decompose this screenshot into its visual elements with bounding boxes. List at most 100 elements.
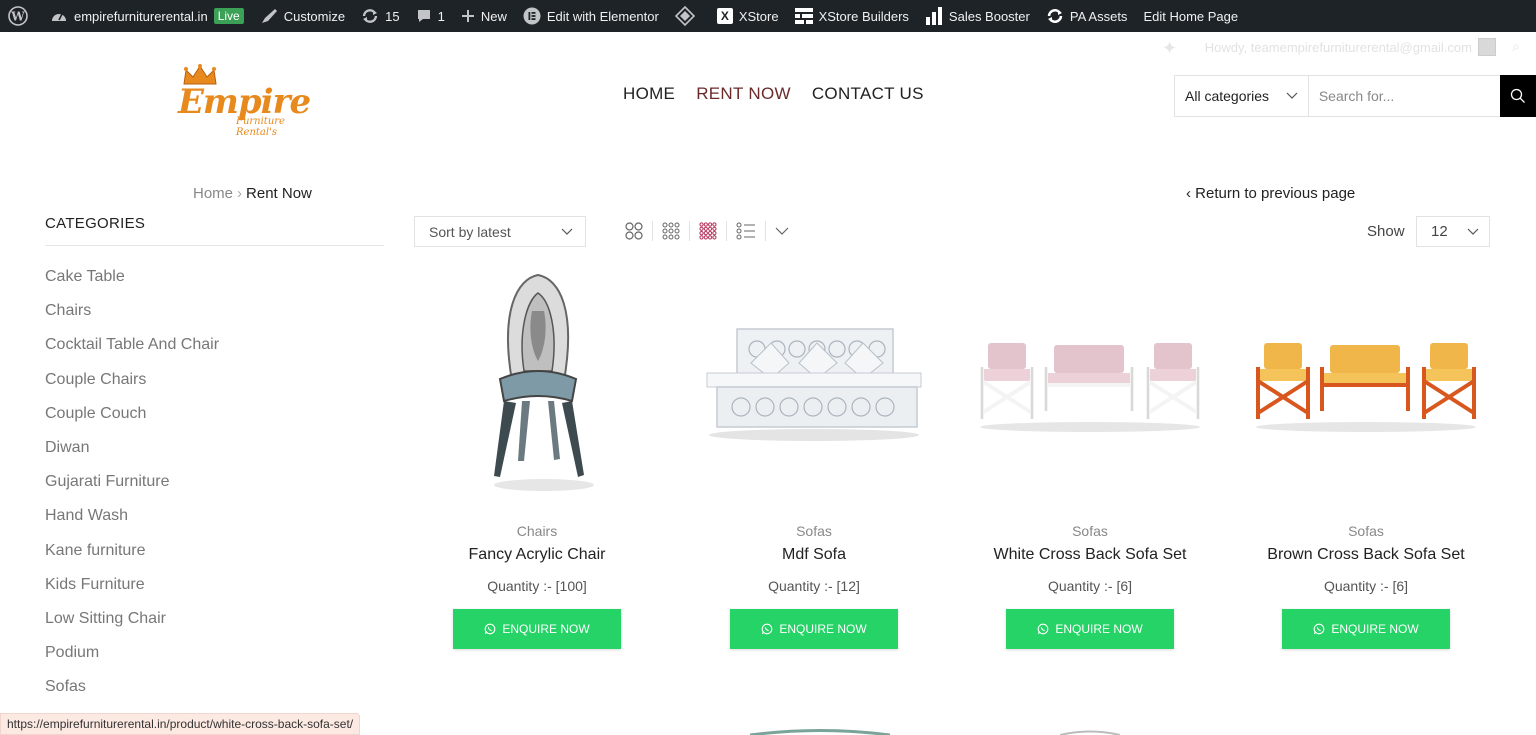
new-content-link[interactable]: New bbox=[453, 0, 515, 32]
category-item[interactable]: Sofas bbox=[45, 678, 219, 712]
category-item[interactable]: Podium bbox=[45, 644, 219, 678]
enquire-now-button[interactable]: ENQUIRE NOW bbox=[730, 609, 898, 649]
category-item[interactable]: Cake Table bbox=[45, 268, 219, 302]
category-select-value: All categories bbox=[1185, 88, 1270, 104]
category-item[interactable]: Gujarati Furniture bbox=[45, 473, 219, 507]
nav-contact-us[interactable]: CONTACT US bbox=[812, 84, 924, 104]
more-views-button[interactable] bbox=[766, 221, 798, 241]
customize-link[interactable]: Customize bbox=[252, 0, 353, 32]
product-quantity: Quantity :- [6] bbox=[1047, 578, 1133, 594]
comment-icon bbox=[417, 10, 430, 22]
site-logo[interactable]: Empire Furniture Rental's bbox=[178, 64, 328, 138]
product-category[interactable]: Sofas bbox=[965, 523, 1215, 541]
sparkle-icon[interactable]: ✦ bbox=[1162, 38, 1177, 59]
whatsapp-icon bbox=[1313, 623, 1325, 635]
edit-home-link[interactable]: Edit Home Page bbox=[1135, 0, 1246, 32]
nav-home[interactable]: HOME bbox=[623, 84, 675, 104]
grid-2-view-button[interactable] bbox=[616, 221, 653, 241]
search-icon bbox=[1510, 88, 1525, 103]
breadcrumb-separator: › bbox=[237, 185, 243, 202]
comments-link[interactable]: 1 bbox=[408, 0, 453, 32]
grid-3-view-button[interactable] bbox=[653, 221, 690, 241]
category-item[interactable]: Kane furniture bbox=[45, 542, 219, 576]
list-view-button[interactable] bbox=[727, 221, 766, 241]
avatar bbox=[1478, 38, 1496, 56]
return-previous-link[interactable]: ‹ Return to previous page bbox=[1186, 185, 1355, 202]
pa-assets-label: PA Assets bbox=[1069, 8, 1128, 24]
product-card: Chairs Fancy Acrylic Chair Quantity :- [… bbox=[412, 268, 662, 649]
categories-title: CATEGORIES bbox=[45, 215, 146, 232]
acrylic-chair-image bbox=[494, 273, 594, 491]
sales-booster-link[interactable]: Sales Booster bbox=[917, 0, 1038, 32]
divider bbox=[45, 245, 384, 246]
next-product-image-peek bbox=[750, 729, 890, 735]
enquire-label: ENQUIRE NOW bbox=[1055, 622, 1143, 636]
xstore-builders-label: XStore Builders bbox=[818, 8, 909, 24]
per-page-select[interactable]: 12 bbox=[1416, 216, 1490, 247]
site-name: empirefurniturerental.in bbox=[74, 8, 208, 24]
howdy-text: Howdy, teamempirefurniturerental@gmail.c… bbox=[1204, 39, 1472, 55]
product-title[interactable]: Mdf Sofa bbox=[689, 546, 939, 566]
refresh-icon bbox=[1047, 9, 1063, 23]
grid-4-icon bbox=[699, 222, 717, 240]
product-image[interactable] bbox=[689, 268, 939, 498]
search-input[interactable] bbox=[1308, 76, 1500, 116]
product-image[interactable] bbox=[412, 268, 662, 498]
live-badge: Live bbox=[213, 8, 244, 24]
whatsapp-icon bbox=[484, 623, 496, 635]
admin-search-icon[interactable]: ⌕ bbox=[1512, 38, 1520, 55]
diamond-link[interactable] bbox=[667, 0, 709, 32]
product-search: All categories bbox=[1174, 75, 1536, 117]
xstore-icon: X bbox=[716, 8, 733, 24]
product-title[interactable]: White Cross Back Sofa Set bbox=[965, 546, 1215, 566]
product-image[interactable] bbox=[1241, 268, 1491, 498]
admin-site-link[interactable]: empirefurniturerental.in Live bbox=[42, 0, 252, 32]
sort-select[interactable]: Sort by latest bbox=[414, 216, 586, 247]
category-item[interactable]: Cocktail Table And Chair bbox=[45, 336, 219, 370]
product-title[interactable]: Fancy Acrylic Chair bbox=[412, 546, 662, 566]
breadcrumb-home[interactable]: Home bbox=[193, 185, 233, 202]
product-category[interactable]: Sofas bbox=[1241, 523, 1491, 541]
xstore-builders-link[interactable]: XStore Builders bbox=[787, 0, 917, 32]
admin-bar: W empirefurniturerental.in Live Customiz… bbox=[0, 0, 1536, 32]
chevron-down-icon bbox=[775, 227, 789, 235]
sales-booster-label: Sales Booster bbox=[948, 8, 1030, 24]
elementor-icon bbox=[523, 7, 541, 25]
enquire-label: ENQUIRE NOW bbox=[1331, 622, 1419, 636]
category-item[interactable]: Low Sitting Chair bbox=[45, 610, 219, 644]
product-category[interactable]: Chairs bbox=[412, 523, 662, 541]
chevron-down-icon bbox=[1286, 92, 1298, 99]
xstore-label: XStore bbox=[738, 8, 779, 24]
elementor-link[interactable]: Edit with Elementor bbox=[515, 0, 667, 32]
category-item[interactable]: Kids Furniture bbox=[45, 576, 219, 610]
product-title[interactable]: Brown Cross Back Sofa Set bbox=[1241, 546, 1491, 566]
category-list: Cake Table Chairs Cocktail Table And Cha… bbox=[45, 268, 219, 712]
brown-sofa-set-image bbox=[1256, 343, 1476, 432]
category-item[interactable]: Diwan bbox=[45, 439, 219, 473]
customize-label: Customize bbox=[283, 8, 346, 24]
category-select[interactable]: All categories bbox=[1175, 76, 1309, 116]
xstore-link[interactable]: X XStore bbox=[709, 0, 787, 32]
product-image[interactable] bbox=[965, 268, 1215, 498]
pa-assets-link[interactable]: PA Assets bbox=[1038, 0, 1136, 32]
category-item[interactable]: Hand Wash bbox=[45, 507, 219, 541]
product-card: Sofas Brown Cross Back Sofa Set Quantity… bbox=[1241, 268, 1491, 649]
wordpress-logo-icon[interactable]: W bbox=[0, 0, 42, 32]
enquire-now-button[interactable]: ENQUIRE NOW bbox=[1282, 609, 1450, 649]
search-button[interactable] bbox=[1499, 75, 1536, 117]
category-item[interactable]: Couple Chairs bbox=[45, 371, 219, 405]
white-sofa-set-image bbox=[980, 343, 1200, 432]
edit-home-label: Edit Home Page bbox=[1143, 8, 1239, 24]
plus-icon bbox=[461, 10, 474, 22]
breadcrumb-current: Rent Now bbox=[246, 185, 312, 202]
category-item[interactable]: Chairs bbox=[45, 302, 219, 336]
category-item[interactable]: Couple Couch bbox=[45, 405, 219, 439]
nav-rent-now[interactable]: RENT NOW bbox=[696, 84, 791, 104]
enquire-now-button[interactable]: ENQUIRE NOW bbox=[453, 609, 621, 649]
product-category[interactable]: Sofas bbox=[689, 523, 939, 541]
grid-4-view-button[interactable] bbox=[690, 221, 727, 241]
howdy-account[interactable]: Howdy, teamempirefurniturerental@gmail.c… bbox=[1205, 38, 1496, 56]
enquire-now-button[interactable]: ENQUIRE NOW bbox=[1006, 609, 1174, 649]
mdf-sofa-image bbox=[706, 328, 922, 441]
updates-link[interactable]: 15 bbox=[353, 0, 407, 32]
